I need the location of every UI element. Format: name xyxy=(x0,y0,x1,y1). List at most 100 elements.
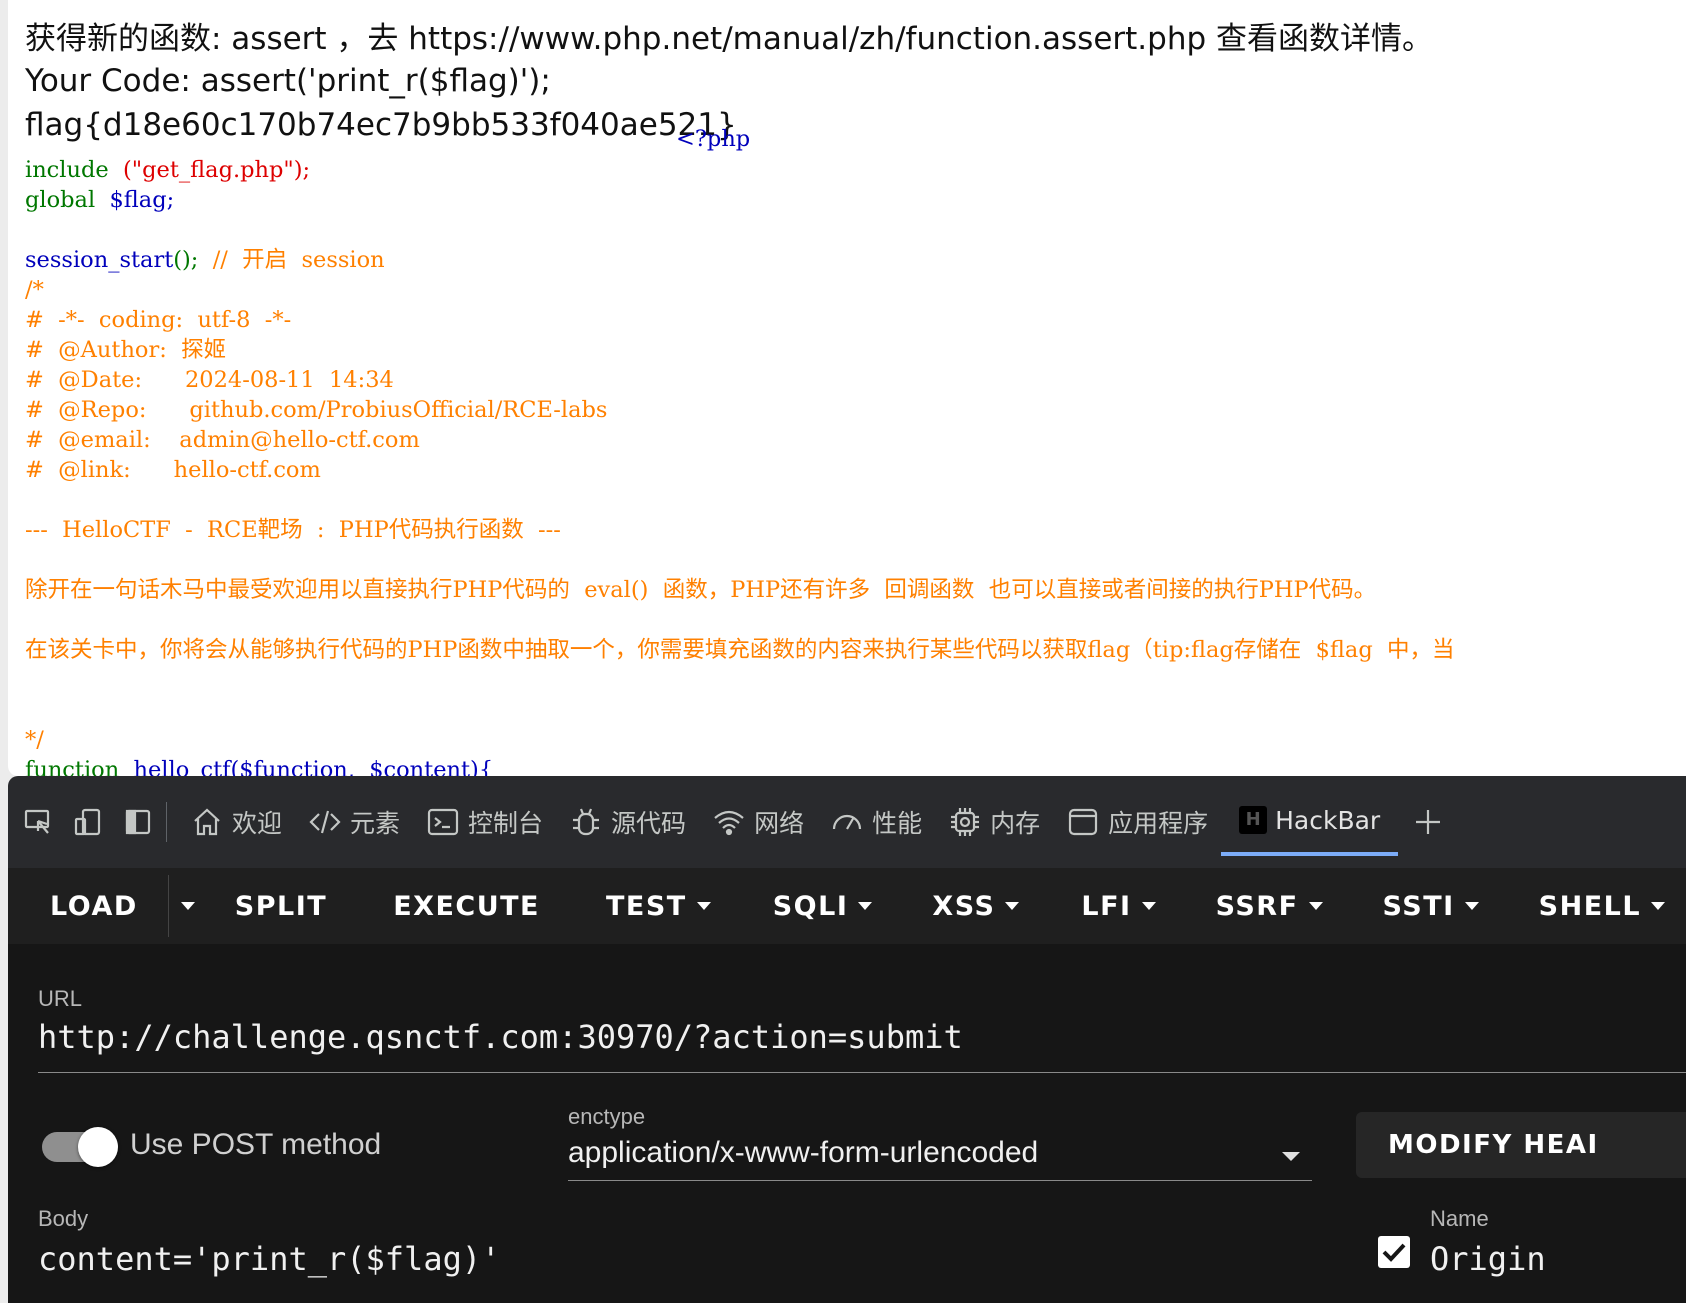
src-session-paren: (); xyxy=(173,247,199,273)
header-name-label: Name xyxy=(1430,1206,1489,1231)
sqli-label: SQLI xyxy=(772,890,849,922)
ssrf-label: SSRF xyxy=(1215,890,1299,922)
load-dropdown-button[interactable] xyxy=(180,902,195,910)
home-icon xyxy=(194,808,220,836)
lfi-menu-button[interactable]: LFI xyxy=(1081,891,1156,922)
ssti-label: SSTI xyxy=(1382,890,1455,922)
body-input[interactable]: content='print_r($flag)' xyxy=(38,1240,500,1278)
tab-performance[interactable]: 性能 xyxy=(817,788,935,856)
ssti-menu-button[interactable]: SSTI xyxy=(1383,891,1479,922)
add-tab-button[interactable] xyxy=(1398,788,1458,856)
url-input[interactable]: http://challenge.qsnctf.com:30970/?actio… xyxy=(38,1018,963,1056)
console-icon xyxy=(427,808,459,836)
hackbar-toolbar: LOAD SPLIT EXECUTE TEST SQLI XSS LFI SSR… xyxy=(8,868,1686,944)
src-comment-line: # @Date: 2024-08-11 14:34 xyxy=(25,367,394,393)
post-method-toggle[interactable] xyxy=(42,1127,118,1167)
tab-application[interactable]: 应用程序 xyxy=(1053,788,1221,856)
split-button[interactable]: SPLIT xyxy=(235,891,327,922)
dock-side-icon[interactable] xyxy=(120,804,156,840)
tab-network[interactable]: 网络 xyxy=(699,788,817,856)
ssrf-menu-button[interactable]: SSRF xyxy=(1216,891,1323,922)
src-global-keyword: global xyxy=(25,187,96,213)
src-session-comment: // 开启 session xyxy=(212,247,385,273)
chip-icon xyxy=(951,808,980,836)
src-fn-keyword: function xyxy=(25,757,120,776)
hackbar-logo-icon: H xyxy=(1239,806,1268,834)
src-include-paren: ("get_flag.php"); xyxy=(123,157,310,183)
chevron-down-icon xyxy=(1141,902,1156,910)
chevron-down-icon xyxy=(1464,902,1479,910)
enctype-label: enctype xyxy=(568,1104,646,1129)
tab-console[interactable]: 控制台 xyxy=(413,788,556,856)
src-include-keyword: include xyxy=(25,157,109,183)
enctype-select[interactable]: application/x-www-form-urlencoded xyxy=(568,1136,1312,1181)
src-comment-line: # @email: admin@hello-ctf.com xyxy=(25,427,420,453)
tab-label: 欢迎 xyxy=(232,809,283,838)
tabbar-divider xyxy=(166,802,167,842)
output-function-hint: 获得新的函数: assert ，去 https://www.php.net/ma… xyxy=(25,21,1434,57)
src-global-var: $flag; xyxy=(109,187,175,213)
header-enabled-checkbox[interactable] xyxy=(1378,1236,1410,1268)
url-label: URL xyxy=(38,986,83,1011)
src-include-arg: ("get_flag.php"); xyxy=(123,157,311,183)
toolbar-divider xyxy=(167,875,169,937)
sqli-menu-button[interactable]: SQLI xyxy=(773,891,873,922)
tab-label: HackBar xyxy=(1275,805,1381,835)
enctype-value: application/x-www-form-urlencoded xyxy=(568,1136,1039,1169)
dropdown-arrow-icon xyxy=(1282,1152,1300,1161)
plus-icon xyxy=(1416,810,1441,834)
shell-menu-button[interactable]: SHELL xyxy=(1538,890,1666,922)
modify-header-label: MODIFY HEAI xyxy=(1388,1130,1599,1160)
tab-label: 源代码 xyxy=(611,809,687,838)
output-flag: flag{d18e60c170b74ec7b9bb533f040ae521} xyxy=(25,107,737,143)
url-underline xyxy=(38,1072,1686,1073)
src-comment-open: /* xyxy=(25,277,44,303)
src-comment-line: # @link: hello-ctf.com xyxy=(25,457,321,483)
inspect-element-icon[interactable] xyxy=(20,804,56,840)
body-label: Body xyxy=(38,1206,89,1231)
chevron-down-icon xyxy=(1308,902,1323,910)
chevron-down-icon xyxy=(180,902,195,910)
code-icon xyxy=(309,810,341,834)
src-fn-params: ($function, $content){ xyxy=(230,757,494,776)
tab-sources[interactable]: 源代码 xyxy=(556,788,699,856)
header-name-input[interactable]: Origin xyxy=(1430,1240,1546,1278)
chevron-down-icon xyxy=(696,902,711,910)
php-source-code: include ("get_flag.php"); global $flag; … xyxy=(25,155,1455,776)
xss-menu-button[interactable]: XSS xyxy=(932,890,1020,922)
src-fn-name: hello_ctf xyxy=(133,757,231,776)
modify-header-button[interactable]: MODIFY HEAI xyxy=(1356,1112,1686,1178)
device-toolbar-icon[interactable] xyxy=(70,804,106,840)
tab-label: 性能 xyxy=(872,809,923,838)
tab-memory[interactable]: 内存 xyxy=(935,788,1053,856)
post-method-label: Use POST method xyxy=(130,1128,382,1161)
test-label: TEST xyxy=(606,890,687,922)
execute-button[interactable]: EXECUTE xyxy=(393,891,540,922)
tab-elements[interactable]: 元素 xyxy=(295,788,413,856)
chevron-down-icon xyxy=(1005,902,1020,910)
page-viewport: 获得新的函数: assert ，去 https://www.php.net/ma… xyxy=(8,0,1686,776)
shell-label: SHELL xyxy=(1538,890,1642,922)
src-comment-line: --- HelloCTF - RCE靶场 : PHP代码执行函数 --- xyxy=(25,517,561,543)
xss-label: XSS xyxy=(932,890,996,922)
src-comment-line: # @Author: 探姬 xyxy=(25,337,227,363)
tab-welcome[interactable]: 欢迎 xyxy=(177,788,295,856)
src-session-fn: session_start xyxy=(25,247,174,273)
src-comment-line: # -*- coding: utf-8 -*- xyxy=(25,307,292,333)
chevron-down-icon xyxy=(858,902,873,910)
src-comment-close: */ xyxy=(25,727,44,753)
tab-label: 网络 xyxy=(754,809,805,838)
tab-hackbar[interactable]: H HackBar xyxy=(1221,788,1399,856)
test-menu-button[interactable]: TEST xyxy=(606,891,711,922)
src-comment-line: 除开在一句话木马中最受欢迎用以直接执行PHP代码的 eval() 函数，PHP还… xyxy=(25,577,1377,603)
load-button[interactable]: LOAD xyxy=(50,891,138,922)
php-open-tag: <?php xyxy=(676,126,751,152)
devtools-panel: 欢迎 元素 控制台 源代码 网络 性能 内存 应用程序 H HackBar LO… xyxy=(8,776,1686,1303)
app-icon xyxy=(1069,808,1098,836)
src-comment-line: 在该关卡中，你将会从能够执行代码的PHP函数中抽取一个，你需要填充函数的内容来执… xyxy=(25,637,1455,663)
src-comment-line: # @Repo: github.com/ProbiusOfficial/RCE-… xyxy=(25,397,608,423)
hackbar-body: URL http://challenge.qsnctf.com:30970/?a… xyxy=(8,944,1686,1303)
tab-label: 内存 xyxy=(990,809,1041,838)
output-your-code: Your Code: assert('print_r($flag)'); xyxy=(25,63,551,99)
devtools-tabbar: 欢迎 元素 控制台 源代码 网络 性能 内存 应用程序 H HackBar xyxy=(8,788,1686,856)
